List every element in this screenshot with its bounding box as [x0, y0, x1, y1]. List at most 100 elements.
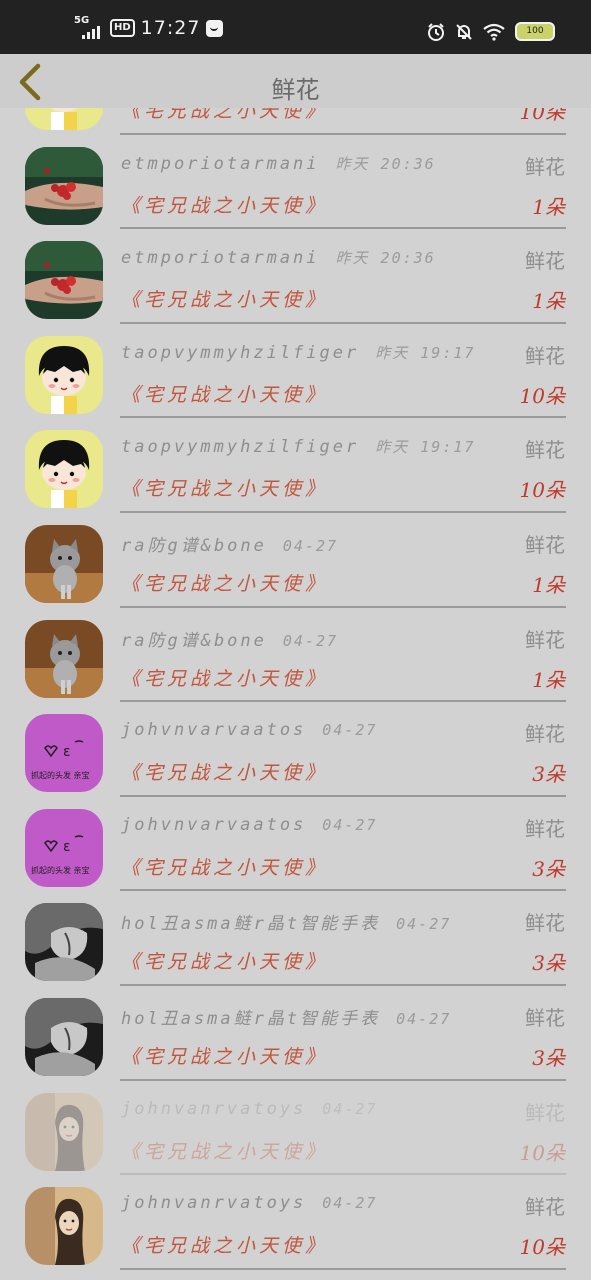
gift-row[interactable]: hol丑asma鲢r晶t智能手表 04-27 鲜花 《宅兄战之小天使》 3朵	[0, 986, 591, 1081]
sender-name[interactable]: ra防g谱&bone	[121, 536, 267, 556]
gift-row[interactable]: hol丑asma鲢r晶t智能手表 04-27 鲜花《宅兄战之小天使》 3朵	[0, 891, 591, 986]
gift-row-header: ra防g谱&bone 04-27 鲜花	[121, 626, 565, 656]
avatar[interactable]	[25, 146, 103, 225]
gift-row-header: johnvanrvatoys 04-27 鲜花	[121, 1099, 565, 1129]
avatar[interactable]: ε 抓起的头发 亲宝	[25, 808, 103, 887]
gift-row-detail: 《宅兄战之小天使》 10朵	[121, 108, 565, 126]
gift-type: 鲜花	[525, 154, 565, 179]
gift-row-header: johnvanrvatoys 04-27 鲜花	[121, 1193, 565, 1223]
sender-name[interactable]: etmporiotarmani	[121, 154, 320, 174]
gift-message: 《宅兄战之小天使》	[121, 1045, 329, 1068]
gift-row[interactable]: etmporiotarmani 昨天 20:36 鲜花《宅兄战之小天使》 1朵	[0, 135, 591, 230]
gift-list: 《宅兄战之小天使》 10朵 etmporiotarmani 昨天 20:36 鲜花 《宅兄…	[0, 108, 591, 1270]
battery-icon: 100	[515, 22, 555, 41]
sender-name[interactable]: hol丑asma鲢r晶t智能手表	[121, 914, 380, 934]
gift-type: 鲜花	[525, 911, 565, 936]
status-time: 17:27	[140, 17, 201, 39]
gift-row-detail: 《宅兄战之小天使》 10朵	[121, 1231, 565, 1261]
avatar[interactable]	[25, 524, 103, 603]
gift-row[interactable]: 《宅兄战之小天使》 10朵	[0, 108, 591, 135]
battery-level: 100	[526, 26, 544, 36]
sender-name[interactable]: taopvymmyhzilfiger	[121, 437, 359, 457]
gift-row-header: taopvymmyhzilfiger 昨天 19:17 鲜花	[121, 436, 565, 466]
gift-count: 10朵	[519, 1235, 565, 1260]
gift-time: 04-27	[322, 815, 378, 834]
gift-time: 昨天 19:17	[375, 438, 476, 457]
gift-message: 《宅兄战之小天使》	[121, 289, 329, 312]
header: 鲜花	[0, 54, 591, 108]
gift-row[interactable]: etmporiotarmani 昨天 20:36 鲜花《宅兄战之小天使》 1朵	[0, 229, 591, 324]
gift-count: 10朵	[519, 478, 565, 503]
gift-count: 1朵	[532, 289, 565, 314]
wifi-icon	[483, 23, 505, 41]
gift-row-header: ra防g谱&bone 04-27 鲜花	[121, 531, 565, 561]
gift-type: 鲜花	[525, 1100, 565, 1125]
status-bar: 5G HD 17:27 100	[0, 0, 591, 54]
avatar[interactable]	[25, 430, 103, 509]
gift-time: 04-27	[282, 536, 339, 555]
gift-row-header: taopvymmyhzilfiger 昨天 19:17 鲜花	[121, 342, 565, 372]
sender-name[interactable]: ra防g谱&bone	[121, 631, 267, 651]
gift-count: 3朵	[532, 1045, 565, 1070]
svg-text:抓起的头发 亲宝: 抓起的头发 亲宝	[31, 770, 90, 780]
avatar[interactable]	[25, 903, 103, 982]
gift-time: 04-27	[396, 1009, 452, 1028]
gift-count: 10朵	[519, 383, 565, 408]
gift-row[interactable]: johnvanrvatoys 04-27 鲜花 《宅兄战之小天使》 10朵	[0, 1081, 591, 1176]
avatar[interactable]	[25, 108, 103, 130]
avatar[interactable]	[25, 1187, 103, 1266]
gift-row[interactable]: ε 抓起的头发 亲宝 johvnvarvaatos 04-27 鲜花 《宅兄战之小天使》 3…	[0, 702, 591, 797]
row-divider	[120, 1267, 566, 1270]
screen: 5G HD 17:27 100 鲜花 《宅兄战之小天使》 10朵 etmpori…	[0, 0, 591, 1280]
gift-time: 04-27	[322, 1099, 378, 1118]
avatar[interactable]	[25, 619, 103, 698]
gift-count: 3朵	[532, 951, 565, 976]
gift-row[interactable]: ε 抓起的头发 亲宝 johvnvarvaatos 04-27 鲜花《宅兄战之小天使》 3…	[0, 797, 591, 892]
gift-time: 昨天 20:36	[335, 249, 436, 268]
gift-list-viewport[interactable]: 《宅兄战之小天使》 10朵 etmporiotarmani 昨天 20:36 鲜花 《宅兄…	[0, 108, 591, 1280]
gift-time: 04-27	[396, 915, 452, 934]
sender-name[interactable]: johnvanrvatoys	[121, 1193, 306, 1213]
network-type: 5G	[74, 15, 90, 26]
gift-row-detail: 《宅兄战之小天使》 1朵	[121, 664, 565, 694]
avatar[interactable]	[25, 335, 103, 414]
sender-name[interactable]: etmporiotarmani	[121, 248, 320, 268]
gift-row[interactable]: johnvanrvatoys 04-27 鲜花 《宅兄战之小天使》 10朵	[0, 1175, 591, 1270]
svg-text:抓起的头发 亲宝: 抓起的头发 亲宝	[31, 865, 90, 875]
gift-type: 鲜花	[525, 722, 565, 747]
gift-row[interactable]: ra防g谱&bone 04-27 鲜花 《宅兄战之小天使》 1朵	[0, 608, 591, 703]
gift-type: 鲜花	[525, 627, 565, 652]
sender-name[interactable]: johvnvarvaatos	[121, 815, 306, 835]
gift-row-header: hol丑asma鲢r晶t智能手表 04-27 鲜花	[121, 909, 565, 939]
gift-message: 《宅兄战之小天使》	[121, 951, 329, 974]
gift-row-detail: 《宅兄战之小天使》 1朵	[121, 191, 565, 221]
sender-name[interactable]: taopvymmyhzilfiger	[121, 343, 359, 363]
avatar[interactable]	[25, 241, 103, 320]
gift-time: 昨天 20:36	[335, 154, 436, 173]
gift-row[interactable]: taopvymmyhzilfiger 昨天 19:17 鲜花 《宅兄战之小天使》 10朵	[0, 324, 591, 419]
gift-row-detail: 《宅兄战之小天使》 10朵	[121, 380, 565, 410]
gift-type: 鲜花	[525, 532, 565, 557]
gift-row[interactable]: ra防g谱&bone 04-27 鲜花 《宅兄战之小天使》 1朵	[0, 513, 591, 608]
gift-message: 《宅兄战之小天使》	[121, 1140, 329, 1163]
avatar[interactable]: ε 抓起的头发 亲宝	[25, 714, 103, 793]
avatar[interactable]	[25, 1092, 103, 1171]
gift-row-detail: 《宅兄战之小天使》 3朵	[121, 1042, 565, 1072]
gift-row[interactable]: taopvymmyhzilfiger 昨天 19:17 鲜花 《宅兄战之小天使》 10朵	[0, 418, 591, 513]
gift-time: 昨天 19:17	[375, 343, 476, 362]
gift-row-header: hol丑asma鲢r晶t智能手表 04-27 鲜花	[121, 1004, 565, 1034]
gift-row-header: johvnvarvaatos 04-27 鲜花	[121, 815, 565, 845]
gift-message: 《宅兄战之小天使》	[121, 108, 329, 122]
gift-row-detail: 《宅兄战之小天使》 1朵	[121, 285, 565, 315]
status-left: 5G HD 17:27	[74, 15, 224, 39]
sender-name[interactable]: johnvanrvatoys	[121, 1099, 306, 1119]
gift-type: 鲜花	[525, 249, 565, 274]
gift-type: 鲜花	[525, 816, 565, 841]
avatar[interactable]	[25, 997, 103, 1076]
gift-row-header: etmporiotarmani 昨天 20:36 鲜花	[121, 153, 565, 183]
svg-text:ε: ε	[63, 839, 71, 855]
gift-row-detail: 《宅兄战之小天使》 3朵	[121, 853, 565, 883]
sender-name[interactable]: hol丑asma鲢r晶t智能手表	[121, 1009, 380, 1029]
sender-name[interactable]: johvnvarvaatos	[121, 720, 306, 740]
svg-text:ε: ε	[63, 744, 71, 760]
